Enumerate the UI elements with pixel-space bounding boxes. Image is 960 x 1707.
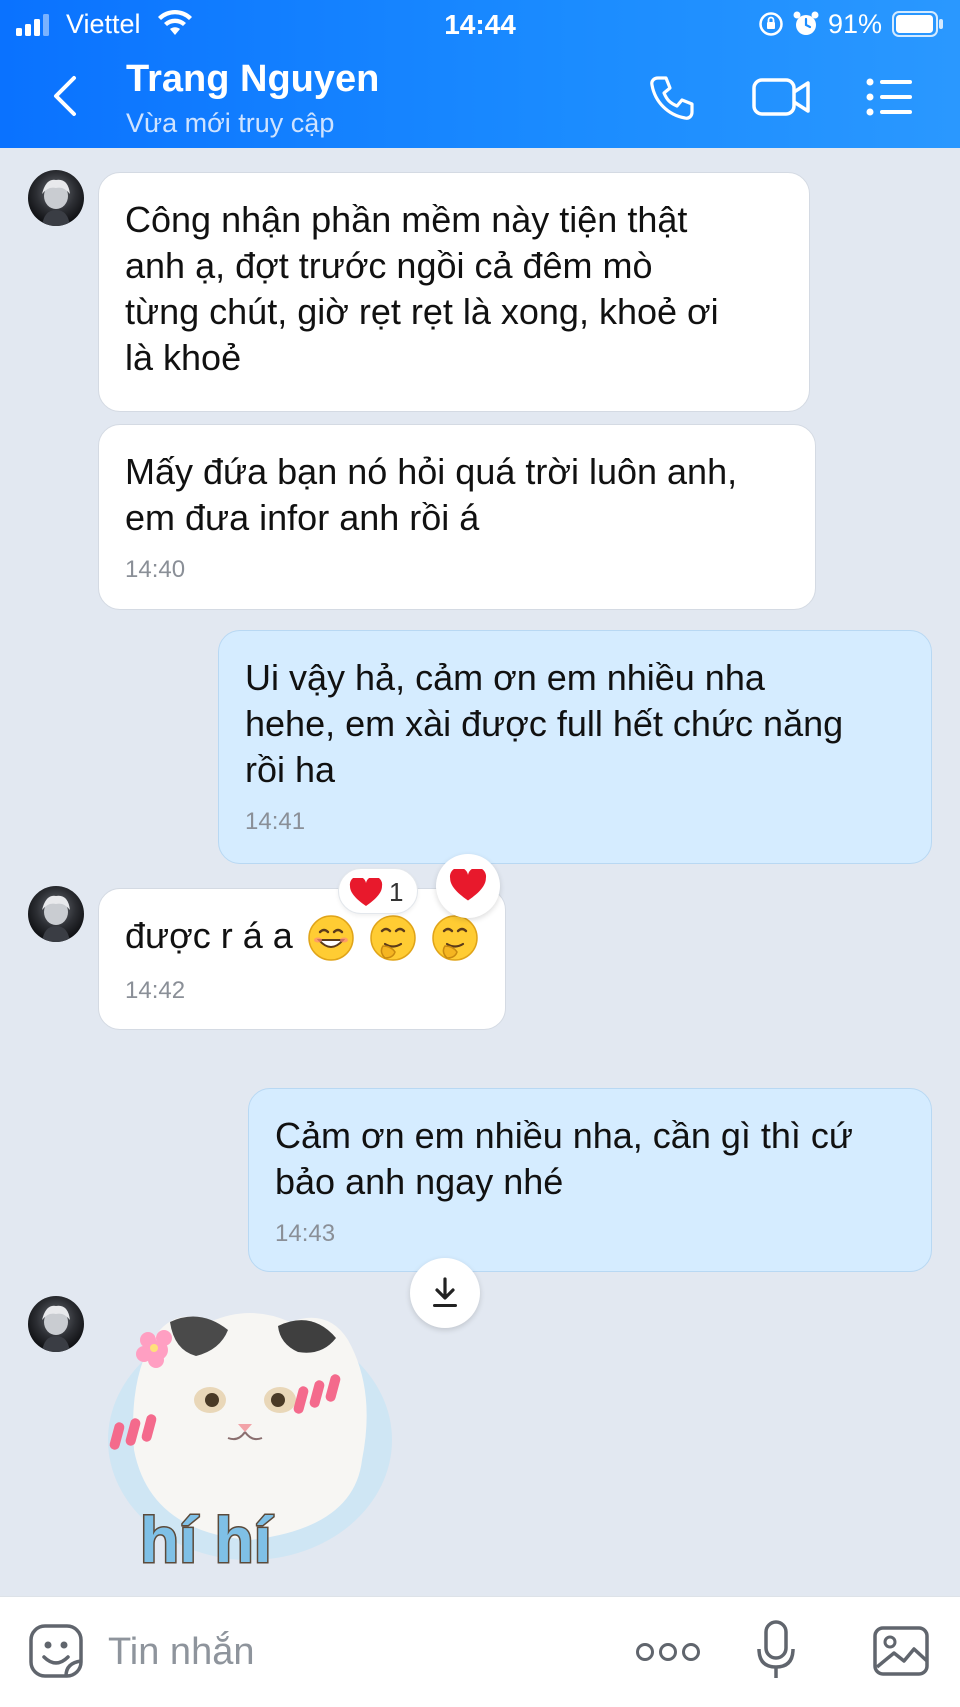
message-bubble-incoming[interactable]: Công nhận phần mềm này tiện thật anh ạ, … xyxy=(98,172,810,412)
cat-sticker-image: hí hí xyxy=(108,1313,392,1578)
menu-list-icon[interactable] xyxy=(866,78,914,116)
message-bubble-incoming[interactable]: được r á a 14:42 xyxy=(98,888,506,1030)
message-text: Cảm ơn em nhiều nha, cần gì thì cứ bảo a… xyxy=(275,1115,854,1202)
alarm-icon xyxy=(793,11,819,35)
message-text: được r á a xyxy=(125,915,293,956)
message-input[interactable] xyxy=(108,1627,608,1677)
message-bubble-outgoing[interactable]: Cảm ơn em nhiều nha, cần gì thì cứ bảo a… xyxy=(248,1088,932,1272)
contact-name[interactable]: Trang Nguyen xyxy=(126,58,379,101)
message-text: Công nhận phần mềm này tiện thật anh ạ, … xyxy=(125,199,719,378)
message-bubble-outgoing[interactable]: Ui vậy hả, cảm ơn em nhiều nha hehe, em … xyxy=(218,630,932,864)
message-text: Mấy đứa bạn nó hỏi quá trời luôn anh, em… xyxy=(125,451,738,538)
video-call-icon[interactable] xyxy=(752,76,812,118)
grinning-face-emoji xyxy=(308,915,354,962)
voice-call-icon[interactable] xyxy=(648,74,696,122)
avatar[interactable] xyxy=(28,170,84,226)
message-bubble-incoming[interactable]: Mấy đứa bạn nó hỏi quá trời luôn anh, em… xyxy=(98,424,816,610)
microphone-icon[interactable] xyxy=(756,1619,796,1681)
avatar-image xyxy=(42,1305,70,1352)
sticker-caption: hí hí xyxy=(140,1504,274,1576)
reaction-summary[interactable]: 1 xyxy=(338,868,418,914)
avatar[interactable] xyxy=(28,1296,84,1352)
sticker-icon[interactable] xyxy=(28,1623,84,1679)
heart-icon xyxy=(349,878,383,906)
hugging-face-emoji xyxy=(432,915,478,962)
message-composer xyxy=(0,1596,960,1707)
message-time: 14:42 xyxy=(125,977,186,1005)
chat-header: Viettel 14:44 91% Trang Nguyen Vừa mới t… xyxy=(0,0,960,148)
rotation-lock-icon xyxy=(759,12,783,36)
status-bar: Viettel 14:44 91% xyxy=(0,0,960,52)
message-text: Ui vậy hả, cảm ơn em nhiều nha hehe, em … xyxy=(245,657,844,790)
reaction-count: 1 xyxy=(389,877,404,907)
image-gallery-icon[interactable] xyxy=(872,1625,930,1677)
react-button[interactable] xyxy=(436,854,500,918)
battery-percent: 91% xyxy=(828,9,883,39)
battery-icon xyxy=(892,11,943,37)
back-chevron-icon[interactable] xyxy=(50,74,80,118)
more-options-icon[interactable] xyxy=(636,1641,700,1663)
message-time: 14:43 xyxy=(275,1220,336,1247)
cat-sticker[interactable]: hí hí xyxy=(100,1300,400,1590)
message-time: 14:41 xyxy=(245,808,306,835)
contact-status: Vừa mới truy cập xyxy=(126,108,335,138)
message-time: 14:40 xyxy=(125,556,186,583)
avatar-image xyxy=(42,179,70,226)
hugging-face-emoji xyxy=(370,915,416,962)
heart-icon xyxy=(449,869,487,901)
avatar-image xyxy=(42,895,70,942)
download-icon xyxy=(433,1277,457,1307)
avatar[interactable] xyxy=(28,886,84,942)
download-button[interactable] xyxy=(410,1258,480,1328)
